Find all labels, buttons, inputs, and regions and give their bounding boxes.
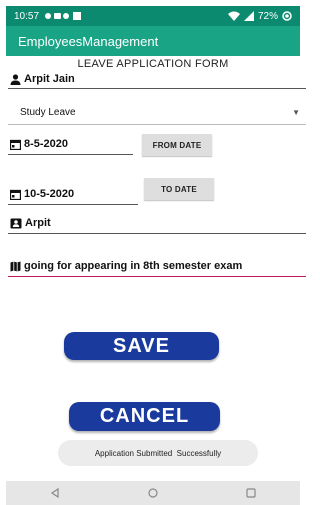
form-title: LEAVE APPLICATION FORM <box>77 58 229 70</box>
recents-icon[interactable] <box>246 488 256 498</box>
save-button[interactable]: SAVE <box>64 332 219 360</box>
status-time: 10:57 <box>14 10 40 22</box>
approver-value: Arpit <box>25 217 51 229</box>
from-date-button[interactable]: FROM DATE <box>142 134 212 156</box>
signal-icon <box>243 11 254 21</box>
navigation-bar <box>6 481 300 505</box>
cancel-button[interactable]: CANCEL <box>69 402 220 431</box>
back-icon[interactable] <box>50 488 60 498</box>
to-date-underline <box>8 204 138 205</box>
approver-field[interactable]: Arpit <box>10 217 51 229</box>
leave-type-value: Study Leave <box>20 106 76 118</box>
contact-card-icon <box>10 218 22 229</box>
reason-field[interactable]: going for appearing in 8th semester exam <box>10 260 242 272</box>
to-date-value: 10-5-2020 <box>24 188 75 200</box>
reason-underline <box>8 276 306 277</box>
status-bar: 10:57 72% <box>6 6 300 26</box>
employee-name-value: Arpit Jain <box>24 73 75 85</box>
dropdown-arrow-icon: ▼ <box>292 107 300 117</box>
toast-message: Application Submitted Successfully <box>58 440 258 466</box>
employee-name-field[interactable]: Arpit Jain <box>10 71 306 87</box>
dropdown-underline <box>8 124 306 125</box>
toast-text: Application Submitted Successfully <box>94 448 222 458</box>
from-date-underline <box>8 154 133 155</box>
reason-value: going for appearing in 8th semester exam <box>24 260 243 272</box>
person-icon <box>10 73 21 85</box>
approver-underline <box>8 233 306 234</box>
from-date-value: 8-5-2020 <box>24 138 69 150</box>
battery-icon <box>282 11 292 21</box>
calendar-icon <box>10 189 21 200</box>
app-title: EmployeesManagement <box>18 33 159 49</box>
map-icon <box>10 261 21 272</box>
battery-percent: 72% <box>257 10 278 22</box>
app-bar: EmployeesManagement <box>6 26 300 56</box>
to-date-button[interactable]: TO DATE <box>144 178 214 200</box>
calendar-icon <box>10 139 21 150</box>
wifi-icon <box>227 11 240 21</box>
notification-icons <box>44 11 84 21</box>
name-underline <box>8 88 306 89</box>
from-date-field[interactable]: 8-5-2020 <box>10 138 68 150</box>
leave-type-dropdown[interactable]: Study Leave ▼ <box>20 104 300 120</box>
to-date-field[interactable]: 10-5-2020 <box>10 188 74 200</box>
home-icon[interactable] <box>148 488 158 498</box>
